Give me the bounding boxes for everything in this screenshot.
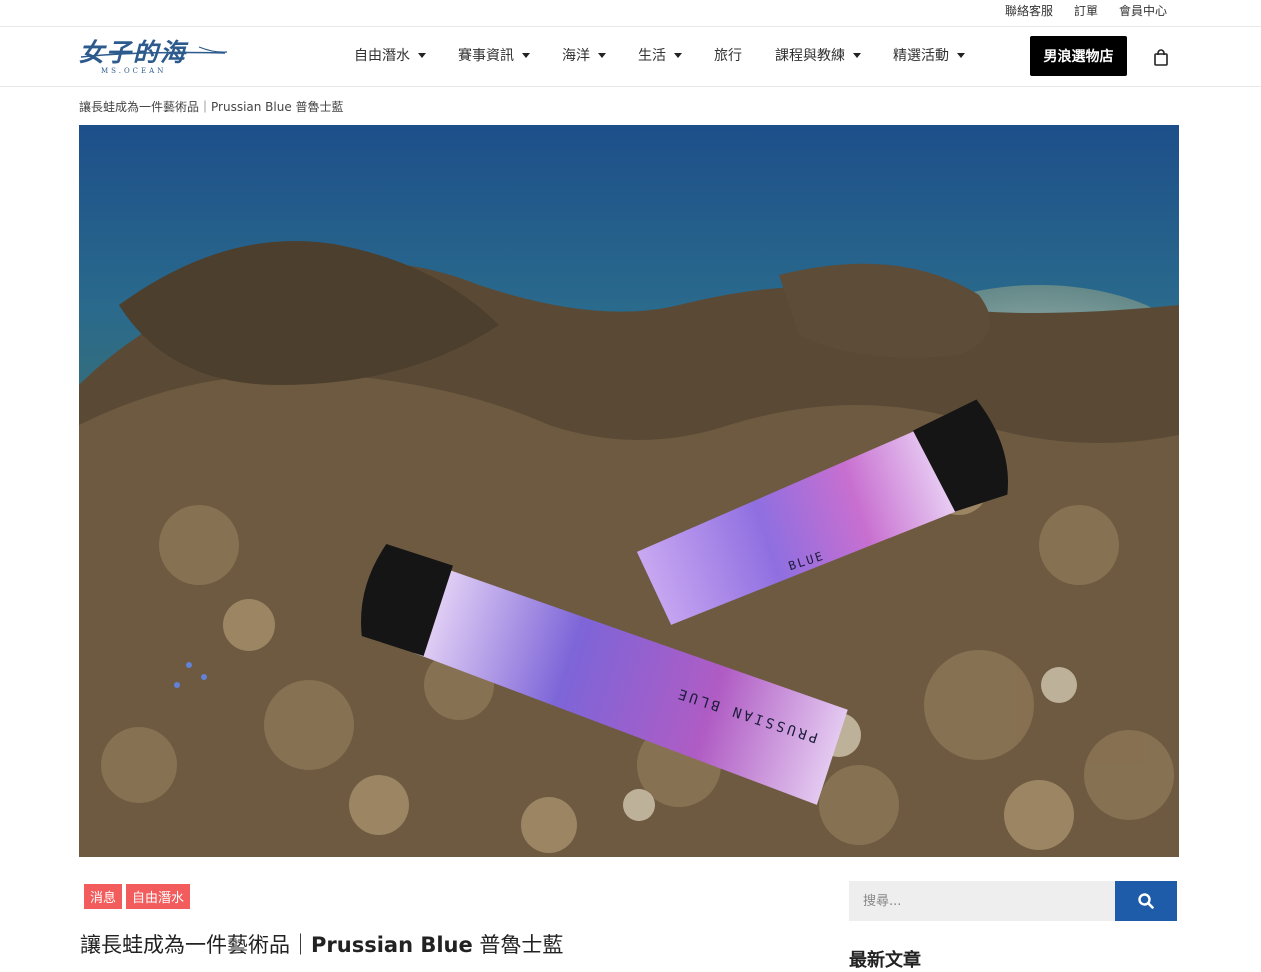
post-title-suffix: 普魯士藍 (472, 933, 564, 957)
logo-english-text: MS.OCEAN (101, 67, 167, 75)
site-header: 女子的海 MS.OCEAN 自由潛水 賽事資訊 海洋 生活 旅行 課程與教練 精… (0, 27, 1261, 87)
post-title-cn: 讓長蛙成為一件藝術品｜ (80, 933, 311, 957)
nav-item-label: 課程與教練 (775, 48, 845, 64)
nav-item-ocean[interactable]: 海洋 (562, 45, 606, 65)
chevron-down-icon (957, 52, 965, 58)
nav-item-activities[interactable]: 精選活動 (893, 45, 965, 65)
chevron-down-icon (853, 52, 861, 58)
contact-service-link[interactable]: 聯絡客服 (1005, 2, 1053, 19)
search-icon (1138, 893, 1154, 909)
search-form (849, 881, 1177, 921)
nav-item-label: 旅行 (714, 48, 742, 64)
utility-links: 聯絡客服 訂單 會員中心 (1005, 2, 1167, 19)
nav-item-label: 自由潛水 (354, 48, 410, 64)
chevron-down-icon (522, 52, 530, 58)
top-utility-bar: 聯絡客服 訂單 會員中心 (0, 0, 1261, 27)
nav-item-travel[interactable]: 旅行 (714, 45, 742, 65)
breadcrumb: 讓長蛙成為一件藝術品｜Prussian Blue 普魯士藍 (79, 100, 344, 114)
chevron-down-icon (674, 52, 682, 58)
post-tags: 消息 自由潛水 (84, 884, 191, 909)
hero-image: BLUE PRUSSIAN BLUE (79, 125, 1179, 857)
tag-news[interactable]: 消息 (84, 884, 123, 909)
tag-freediving[interactable]: 自由潛水 (126, 884, 191, 909)
post-title: 讓長蛙成為一件藝術品｜Prussian Blue 普魯士藍 (80, 929, 563, 959)
nav-item-life[interactable]: 生活 (638, 45, 682, 65)
nav-item-courses[interactable]: 課程與教練 (775, 45, 861, 65)
nav-item-label: 海洋 (562, 48, 590, 64)
member-center-link[interactable]: 會員中心 (1119, 2, 1167, 19)
chevron-down-icon (418, 52, 426, 58)
nav-item-freediving[interactable]: 自由潛水 (354, 45, 426, 65)
latest-posts-heading: 最新文章 (849, 950, 921, 971)
orders-link[interactable]: 訂單 (1074, 2, 1098, 19)
underwater-coral-fins-photo: BLUE PRUSSIAN BLUE (79, 125, 1179, 857)
nav-item-label: 生活 (638, 48, 666, 64)
nav-item-label: 賽事資訊 (458, 48, 514, 64)
search-button[interactable] (1115, 881, 1177, 921)
shop-button[interactable]: 男浪選物店 (1030, 36, 1127, 76)
post-title-en: Prussian Blue (311, 933, 473, 957)
logo-chinese-text: 女子的海 (79, 38, 188, 67)
cart-icon[interactable] (1154, 49, 1168, 70)
chevron-down-icon (598, 52, 606, 58)
site-logo[interactable]: 女子的海 MS.OCEAN (79, 33, 229, 81)
main-navigation: 自由潛水 賽事資訊 海洋 生活 旅行 課程與教練 精選活動 (354, 45, 965, 65)
nav-item-events[interactable]: 賽事資訊 (458, 45, 530, 65)
nav-item-label: 精選活動 (893, 48, 949, 64)
search-input[interactable] (849, 881, 1115, 921)
